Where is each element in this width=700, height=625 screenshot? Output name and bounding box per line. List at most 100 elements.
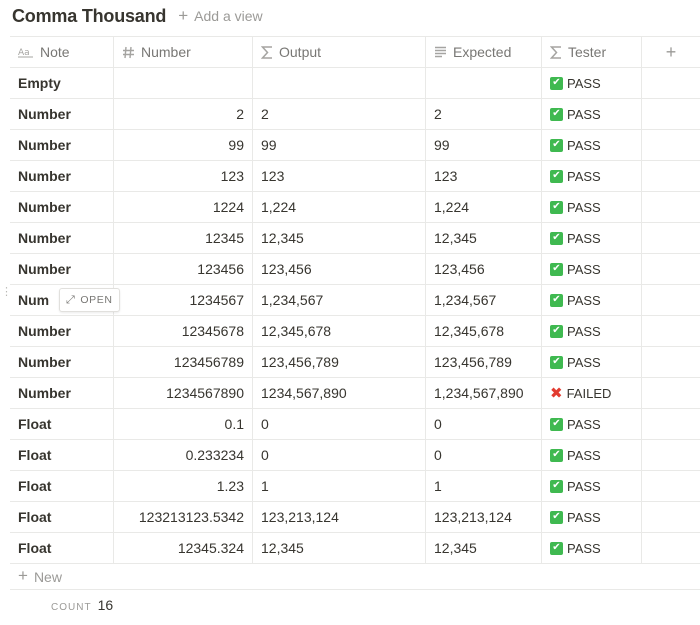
number-cell[interactable]: 123456789 (114, 347, 253, 377)
number-cell[interactable]: 2 (114, 99, 253, 129)
table-row[interactable]: Number 12345 12,345 12,345 ✔ PASS (10, 223, 700, 254)
add-column-button[interactable]: + (642, 37, 700, 67)
expected-cell[interactable] (426, 68, 542, 98)
table-row[interactable]: Number 12345678 12,345,678 12,345,678 ✔ PASS (10, 316, 700, 347)
number-cell[interactable]: 1224 (114, 192, 253, 222)
expected-cell[interactable]: 1,234,567 (426, 285, 542, 315)
table-row[interactable]: Empty ✔ PASS (10, 68, 700, 99)
table-row[interactable]: Float 0.233234 0 0 ✔ PASS (10, 440, 700, 471)
note-cell[interactable]: Number (10, 161, 114, 191)
number-cell[interactable]: 0.233234 (114, 440, 253, 470)
expected-cell[interactable]: 12,345 (426, 223, 542, 253)
output-cell[interactable]: 12,345 (253, 533, 426, 563)
note-cell[interactable]: Number (10, 192, 114, 222)
note-cell[interactable]: Float (10, 502, 114, 532)
tester-cell[interactable]: ✔ PASS (542, 316, 642, 346)
output-cell[interactable]: 123,213,124 (253, 502, 426, 532)
tester-cell[interactable]: ✔ PASS (542, 99, 642, 129)
new-row-button[interactable]: + New (18, 566, 62, 587)
note-cell[interactable]: Number (10, 99, 114, 129)
number-cell[interactable]: 123456 (114, 254, 253, 284)
number-cell[interactable]: 99 (114, 130, 253, 160)
table-row[interactable]: Float 123213123.5342 123,213,124 123,213,12… (10, 502, 700, 533)
drag-handle-icon[interactable]: ⋮ (1, 285, 12, 298)
note-cell[interactable]: Number (10, 130, 114, 160)
expected-cell[interactable]: 1,224 (426, 192, 542, 222)
expected-cell[interactable]: 123,456,789 (426, 347, 542, 377)
tester-cell[interactable]: ✔ PASS (542, 161, 642, 191)
expected-cell[interactable]: 123 (426, 161, 542, 191)
open-row-button[interactable]: ⤢ OPEN (59, 288, 120, 312)
note-cell[interactable]: Float (10, 409, 114, 439)
add-view-button[interactable]: + Add a view (178, 7, 262, 25)
table-row[interactable]: Number 123456 123,456 123,456 ✔ PASS (10, 254, 700, 285)
note-cell[interactable]: Float (10, 533, 114, 563)
tester-cell[interactable]: ✔ PASS (542, 285, 642, 315)
number-cell[interactable]: 123 (114, 161, 253, 191)
table-row[interactable]: Number 99 99 99 ✔ PASS (10, 130, 700, 161)
output-cell[interactable]: 1 (253, 471, 426, 501)
output-cell[interactable]: 12,345 (253, 223, 426, 253)
expected-cell[interactable]: 0 (426, 440, 542, 470)
expected-cell[interactable]: 12,345,678 (426, 316, 542, 346)
expected-cell[interactable]: 0 (426, 409, 542, 439)
output-cell[interactable]: 123,456 (253, 254, 426, 284)
output-cell[interactable]: 123,456,789 (253, 347, 426, 377)
number-cell[interactable]: 0.1 (114, 409, 253, 439)
number-cell[interactable]: 12345678 (114, 316, 253, 346)
database-title[interactable]: Comma Thousand (12, 6, 166, 27)
table-row[interactable]: Number 1224 1,224 1,224 ✔ PASS (10, 192, 700, 223)
number-cell[interactable]: 12345.324 (114, 533, 253, 563)
tester-cell[interactable]: ✖ FAILED (542, 378, 642, 408)
column-header-tester[interactable]: Tester (542, 37, 642, 67)
output-cell[interactable]: 0 (253, 440, 426, 470)
table-row[interactable]: Float 12345.324 12,345 12,345 ✔ PASS (10, 533, 700, 564)
output-cell[interactable]: 1,224 (253, 192, 426, 222)
number-cell[interactable]: 1234567 (114, 285, 253, 315)
note-cell[interactable]: Float (10, 471, 114, 501)
count-summary[interactable]: COUNT 16 (51, 597, 113, 613)
expected-cell[interactable]: 99 (426, 130, 542, 160)
column-header-expected[interactable]: Expected (426, 37, 542, 67)
note-cell[interactable]: Number (10, 378, 114, 408)
expected-cell[interactable]: 1 (426, 471, 542, 501)
tester-cell[interactable]: ✔ PASS (542, 347, 642, 377)
column-header-output[interactable]: Output (253, 37, 426, 67)
note-cell[interactable]: Number (10, 316, 114, 346)
number-cell[interactable]: 123213123.5342 (114, 502, 253, 532)
note-cell[interactable]: Number (10, 254, 114, 284)
output-cell[interactable]: 2 (253, 99, 426, 129)
table-row[interactable]: Number 123456789 123,456,789 123,456,789 ✔ PA… (10, 347, 700, 378)
table-row[interactable]: Number 123 123 123 ✔ PASS (10, 161, 700, 192)
tester-cell[interactable]: ✔ PASS (542, 254, 642, 284)
output-cell[interactable]: 1234,567,890 (253, 378, 426, 408)
output-cell[interactable]: 0 (253, 409, 426, 439)
output-cell[interactable]: 99 (253, 130, 426, 160)
tester-cell[interactable]: ✔ PASS (542, 502, 642, 532)
table-row[interactable]: Num 1234567 1,234,567 1,234,567 ✔ PASS ⋮ ⤢ OPEN (1, 285, 700, 316)
note-cell[interactable]: Number (10, 347, 114, 377)
table-row[interactable]: Number 2 2 2 ✔ PASS (10, 99, 700, 130)
note-cell[interactable]: Number (10, 223, 114, 253)
expected-cell[interactable]: 1,234,567,890 (426, 378, 542, 408)
tester-cell[interactable]: ✔ PASS (542, 130, 642, 160)
tester-cell[interactable]: ✔ PASS (542, 440, 642, 470)
column-header-note[interactable]: Aa Note (10, 37, 114, 67)
tester-cell[interactable]: ✔ PASS (542, 533, 642, 563)
tester-cell[interactable]: ✔ PASS (542, 471, 642, 501)
note-cell[interactable]: Empty (10, 68, 114, 98)
expected-cell[interactable]: 123,456 (426, 254, 542, 284)
table-row[interactable]: Float 1.23 1 1 ✔ PASS (10, 471, 700, 502)
expected-cell[interactable]: 2 (426, 99, 542, 129)
output-cell[interactable]: 123 (253, 161, 426, 191)
table-row[interactable]: Float 0.1 0 0 ✔ PASS (10, 409, 700, 440)
number-cell[interactable]: 1234567890 (114, 378, 253, 408)
number-cell[interactable]: 12345 (114, 223, 253, 253)
tester-cell[interactable]: ✔ PASS (542, 409, 642, 439)
number-cell[interactable] (114, 68, 253, 98)
expected-cell[interactable]: 12,345 (426, 533, 542, 563)
note-cell[interactable]: Float (10, 440, 114, 470)
output-cell[interactable] (253, 68, 426, 98)
column-header-number[interactable]: Number (114, 37, 253, 67)
number-cell[interactable]: 1.23 (114, 471, 253, 501)
